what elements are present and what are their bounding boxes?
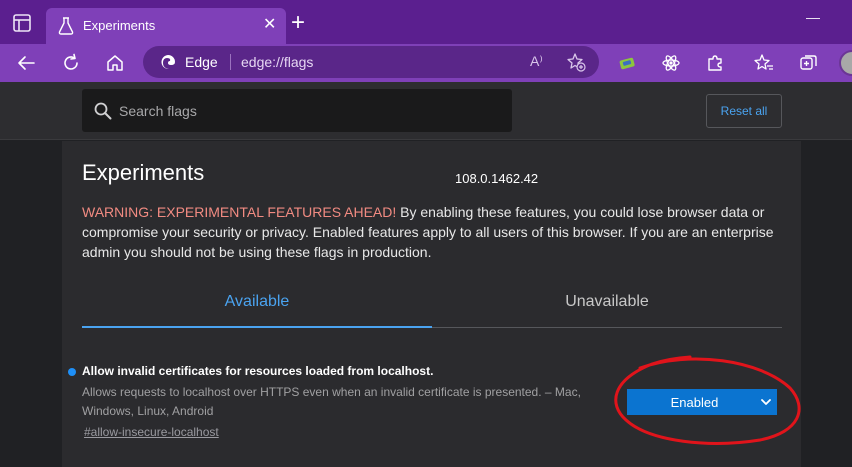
tab-actions-icon[interactable] <box>10 12 34 34</box>
flag-description: Allows requests to localhost over HTTPS … <box>82 385 581 418</box>
modified-indicator-dot <box>68 368 76 376</box>
tab-unavailable[interactable]: Unavailable <box>432 286 782 328</box>
navigation-toolbar: Edge edge://flags A⁾ <box>0 44 852 82</box>
site-label: Edge <box>185 54 218 70</box>
dropdown-selected-value: Enabled <box>670 395 719 410</box>
experiments-panel: Experiments 108.0.1462.42 WARNING: EXPER… <box>62 141 801 467</box>
extensions-button[interactable] <box>703 51 727 75</box>
search-icon <box>94 102 112 120</box>
search-flags-box[interactable] <box>82 89 512 132</box>
flags-tabs: Available Unavailable <box>82 286 782 328</box>
flag-anchor-link[interactable]: #allow-insecure-localhost <box>84 425 219 439</box>
address-bar[interactable]: Edge edge://flags A⁾ <box>143 46 599 78</box>
close-tab-button[interactable]: ✕ <box>263 17 276 33</box>
puzzle-icon <box>708 55 722 71</box>
minimize-window-button[interactable] <box>806 18 820 19</box>
version-number: 108.0.1462.42 <box>455 171 539 186</box>
home-button[interactable] <box>103 51 127 75</box>
flag-name: Allow invalid certificates for resources… <box>82 364 434 378</box>
new-tab-button[interactable]: + <box>291 11 315 36</box>
tab-available[interactable]: Available <box>82 286 432 328</box>
warning-text: WARNING: EXPERIMENTAL FEATURES AHEAD! By… <box>82 202 782 262</box>
browser-tab-experiments[interactable]: Experiments ✕ <box>46 8 286 44</box>
tab-strip: Experiments ✕ + <box>0 0 852 44</box>
edge-logo-icon <box>161 55 175 70</box>
extension-tag-icon <box>619 57 635 70</box>
home-icon <box>107 55 123 71</box>
refresh-icon <box>64 53 78 70</box>
warning-heading: WARNING: EXPERIMENTAL FEATURES AHEAD! <box>82 204 397 220</box>
favorites-list-icon <box>754 54 773 70</box>
flask-icon <box>58 17 74 35</box>
flags-header: Reset all <box>0 82 852 140</box>
chevron-down-icon <box>761 399 771 405</box>
back-arrow-icon <box>18 56 35 70</box>
collections-button[interactable] <box>797 51 821 75</box>
page-title: Experiments <box>82 160 205 185</box>
collections-icon <box>800 55 817 70</box>
search-flags-input[interactable] <box>119 101 499 121</box>
profile-avatar[interactable] <box>839 50 852 76</box>
react-atom-icon <box>662 55 680 71</box>
refresh-button[interactable] <box>59 51 83 75</box>
add-favorite-icon[interactable] <box>566 52 586 72</box>
reset-all-button[interactable]: Reset all <box>706 94 782 128</box>
extension-button-green[interactable] <box>615 51 639 75</box>
react-devtools-button[interactable] <box>659 51 683 75</box>
address-divider <box>230 54 231 70</box>
favorites-button[interactable] <box>752 51 776 75</box>
flag-item: Allow invalid certificates for resources… <box>68 363 798 443</box>
tab-title: Experiments <box>83 18 156 33</box>
back-button[interactable] <box>14 51 38 75</box>
read-aloud-icon[interactable]: A⁾ <box>530 53 543 70</box>
flag-state-dropdown[interactable]: Enabled <box>627 389 777 415</box>
url-text[interactable]: edge://flags <box>241 54 313 70</box>
